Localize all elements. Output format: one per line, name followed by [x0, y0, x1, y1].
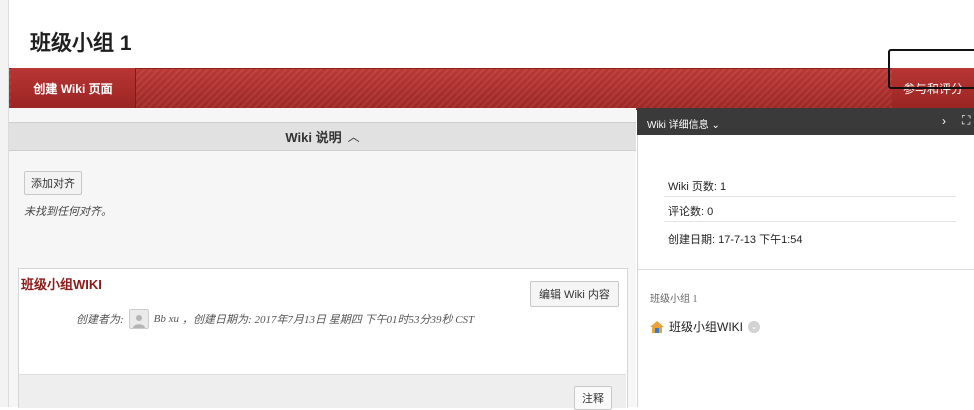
expand-icon[interactable]: ⛶ — [962, 113, 970, 128]
home-icon — [650, 320, 664, 333]
chevron-right-icon[interactable]: › — [942, 114, 946, 128]
comment-count: 评论数: 0 — [668, 206, 714, 218]
panel-divider — [638, 269, 974, 270]
wiki-details-panel — [637, 108, 974, 407]
edit-wiki-content-button[interactable]: 编辑 Wiki 内容 — [530, 281, 619, 307]
action-bar — [9, 68, 974, 110]
created-date-text: ，创建日期为: 2017年7月13日 星期四 下午01时53分39秒 CST — [182, 314, 475, 326]
wiki-name: 班级小组WIKI — [21, 277, 102, 292]
participate-and-grade-button[interactable]: 参与和评分 — [892, 68, 974, 108]
page-title: 班级小组 1 — [30, 32, 132, 55]
left-frame-edge — [0, 0, 9, 407]
wiki-description-header: Wiki 说明 — [285, 130, 342, 145]
options-chevron-icon[interactable]: ⌄ — [748, 320, 760, 333]
no-alignment-text: 未找到任何对齐。 — [24, 206, 112, 218]
wiki-description-toggle[interactable]: Wiki 说明 ︿ — [9, 122, 636, 151]
avatar — [128, 309, 149, 329]
wiki-card-footer — [19, 374, 626, 408]
creator-name: Bb xu — [153, 313, 180, 325]
caret-up-icon: ︿ — [347, 130, 360, 144]
wiki-details-title: Wiki 详细信息 — [647, 120, 709, 131]
add-alignment-button[interactable]: 添加对齐 — [24, 171, 82, 195]
wiki-details-header: Wiki 详细信息 ⌄ › ⛶ — [637, 108, 974, 135]
title-bar — [9, 0, 974, 68]
create-wiki-page-button[interactable]: 创建 Wiki 页面 — [11, 68, 136, 108]
creator-line: 创建者为: Bb xu ，创建日期为: 2017年7月13日 星期四 下午01时… — [76, 309, 474, 329]
created-date: 创建日期: 17-7-13 下午1:54 — [668, 234, 803, 246]
info-divider — [664, 221, 956, 222]
wiki-page-count: Wiki 页数: 1 — [668, 181, 727, 193]
info-divider — [664, 196, 956, 197]
group-wiki-link[interactable]: 班级小组WIKI ⌄ — [650, 318, 760, 335]
comment-button[interactable]: 注释 — [574, 386, 612, 410]
wiki-details-menu[interactable]: Wiki 详细信息 ⌄ — [647, 116, 720, 131]
group-label: 班级小组 1 — [650, 294, 698, 305]
chevron-down-icon: ⌄ — [711, 120, 720, 131]
creator-prefix: 创建者为: — [76, 314, 124, 326]
group-wiki-label: 班级小组WIKI — [669, 320, 743, 334]
